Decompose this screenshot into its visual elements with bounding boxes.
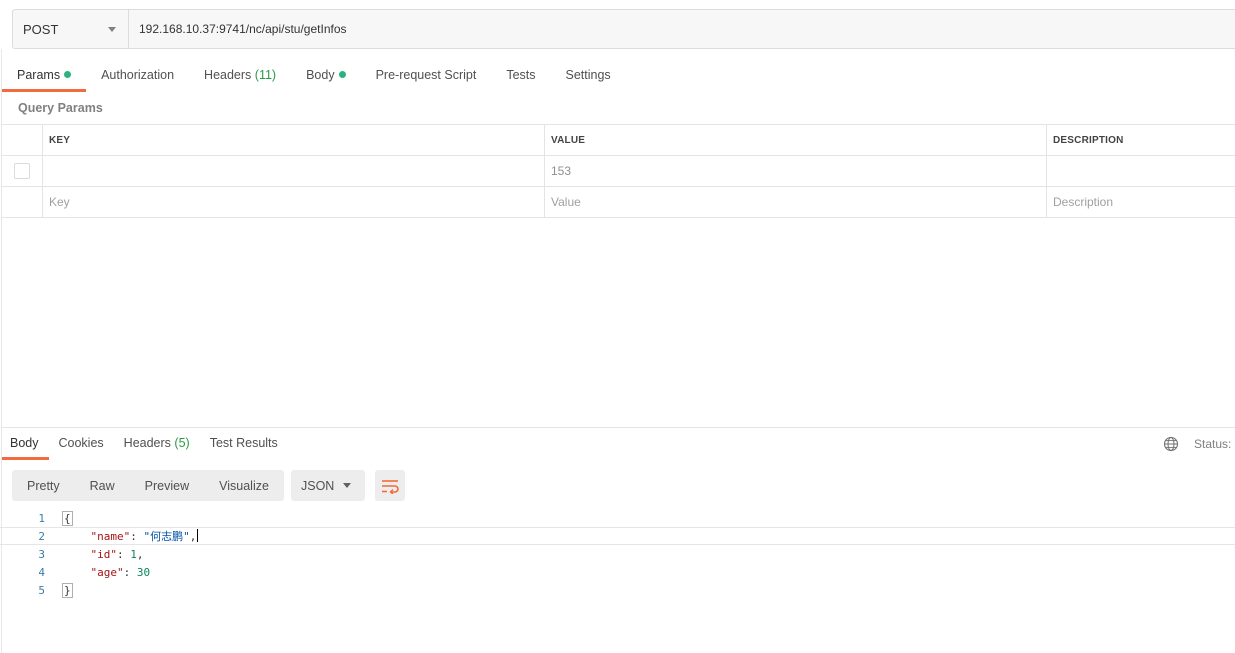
json-value: "何志鹏" — [143, 530, 190, 543]
tab-label: Tests — [506, 68, 536, 82]
view-preview-button[interactable]: Preview — [130, 470, 204, 501]
format-select[interactable]: JSON — [291, 470, 365, 501]
table-header-row: KEY VALUE DESCRIPTION — [2, 125, 1235, 156]
json-key: "id" — [90, 547, 118, 561]
view-pretty-button[interactable]: Pretty — [12, 470, 75, 501]
json-comma: , — [136, 547, 144, 561]
tab-count: (11) — [254, 68, 277, 82]
url-input[interactable]: 192.168.10.37:9741/nc/api/stu/getInfos — [129, 10, 1235, 48]
param-key-field[interactable] — [43, 156, 545, 186]
view-mode-group: Pretty Raw Preview Visualize — [12, 470, 284, 501]
tab-label: Pre-request Script — [375, 68, 477, 82]
tab-label: Test Results — [209, 436, 278, 450]
code-text: } — [62, 582, 73, 598]
response-tabs: Body Cookies Headers (5) Test Results — [0, 433, 288, 460]
status-label: Status: — [1194, 437, 1232, 451]
json-comma: , — [189, 530, 197, 543]
tab-params[interactable]: Params — [2, 64, 87, 92]
code-text: { — [62, 510, 73, 526]
tab-pre-request-script[interactable]: Pre-request Script — [361, 64, 492, 92]
tab-label: Cookies — [58, 436, 104, 450]
table-row-new: Key Value Description — [2, 187, 1235, 218]
globe-icon[interactable] — [1163, 436, 1179, 452]
url-text: 192.168.10.37:9741/nc/api/stu/getInfos — [139, 22, 347, 36]
chevron-down-icon — [343, 483, 351, 488]
column-header-description: DESCRIPTION — [1053, 134, 1124, 146]
wrap-lines-icon — [382, 479, 399, 494]
pane-divider[interactable] — [2, 427, 1235, 428]
line-number: 4 — [38, 565, 45, 579]
line-number: 2 — [38, 529, 45, 543]
code-text: "age": 30 — [64, 565, 151, 579]
header-check-cell — [2, 125, 43, 155]
response-status: Status: — [1163, 436, 1231, 452]
tab-test-results[interactable]: Test Results — [200, 433, 288, 460]
tab-body[interactable]: Body — [291, 64, 361, 92]
json-key: "age" — [90, 565, 124, 579]
json-key: "name" — [90, 530, 131, 543]
active-dot-icon — [338, 71, 346, 78]
param-checkbox[interactable] — [14, 163, 30, 179]
method-select[interactable]: POST — [13, 10, 129, 48]
line-number: 5 — [38, 583, 45, 597]
request-tabs: Params Authorization Headers (11) Body P… — [2, 64, 626, 92]
method-label: POST — [23, 21, 59, 37]
row-check-cell — [2, 156, 43, 186]
param-description-field[interactable] — [1047, 156, 1235, 186]
tab-response-body[interactable]: Body — [0, 433, 49, 460]
tab-label: Settings — [565, 68, 611, 82]
text-cursor — [197, 529, 199, 542]
chevron-down-icon — [108, 26, 116, 32]
brace-open: { — [62, 510, 73, 526]
format-label: JSON — [301, 478, 335, 493]
json-colon: : — [130, 530, 144, 543]
code-line: 2 "name": "何志鹏", — [0, 527, 1235, 545]
tab-count: (5) — [174, 436, 190, 450]
tab-response-headers[interactable]: Headers (5) — [114, 433, 200, 460]
code-line: 4 "age": 30 — [0, 563, 1235, 581]
tab-label: Headers — [123, 436, 171, 450]
json-value: 30 — [136, 565, 151, 579]
line-number: 3 — [38, 547, 45, 561]
active-dot-icon — [64, 71, 72, 78]
param-value-field[interactable]: 153 — [545, 156, 1047, 186]
view-raw-button[interactable]: Raw — [75, 470, 130, 501]
response-body-code[interactable]: 1 { 2 "name": "何志鹏", 3 "id": 1, 4 "age":… — [0, 509, 1235, 599]
new-key-input[interactable]: Key — [43, 187, 545, 217]
tab-tests[interactable]: Tests — [491, 64, 550, 92]
code-line: 5 } — [0, 581, 1235, 599]
request-url-bar: POST 192.168.10.37:9741/nc/api/stu/getIn… — [12, 9, 1235, 49]
table-row: 153 — [2, 156, 1235, 187]
brace-close: } — [62, 582, 73, 598]
json-colon: : — [123, 565, 137, 579]
tab-label: Body — [306, 68, 335, 82]
new-value-input[interactable]: Value — [545, 187, 1047, 217]
json-value: 1 — [130, 547, 137, 561]
json-colon: : — [117, 547, 131, 561]
query-params-title: Query Params — [18, 101, 103, 115]
tab-response-cookies[interactable]: Cookies — [49, 433, 114, 460]
row-check-cell — [2, 187, 43, 217]
wrap-lines-button[interactable] — [375, 470, 405, 501]
line-number: 1 — [38, 511, 45, 525]
tab-label: Authorization — [101, 68, 175, 82]
code-line: 3 "id": 1, — [0, 545, 1235, 563]
tab-headers[interactable]: Headers (11) — [189, 64, 291, 92]
tab-settings[interactable]: Settings — [551, 64, 626, 92]
tab-label: Body — [10, 436, 39, 450]
tab-label: Headers — [204, 68, 252, 82]
column-header-value: VALUE — [545, 125, 1047, 155]
column-header-key: KEY — [43, 125, 545, 155]
code-text: "name": "何志鹏", — [64, 528, 199, 544]
tab-label: Params — [17, 68, 61, 82]
tab-authorization[interactable]: Authorization — [86, 64, 189, 92]
new-description-input[interactable]: Description — [1047, 187, 1235, 217]
query-params-table: KEY VALUE DESCRIPTION 153 Key Value Desc… — [2, 124, 1235, 218]
code-line: 1 { — [0, 509, 1235, 527]
view-visualize-button[interactable]: Visualize — [204, 470, 284, 501]
code-text: "id": 1, — [64, 548, 144, 561]
